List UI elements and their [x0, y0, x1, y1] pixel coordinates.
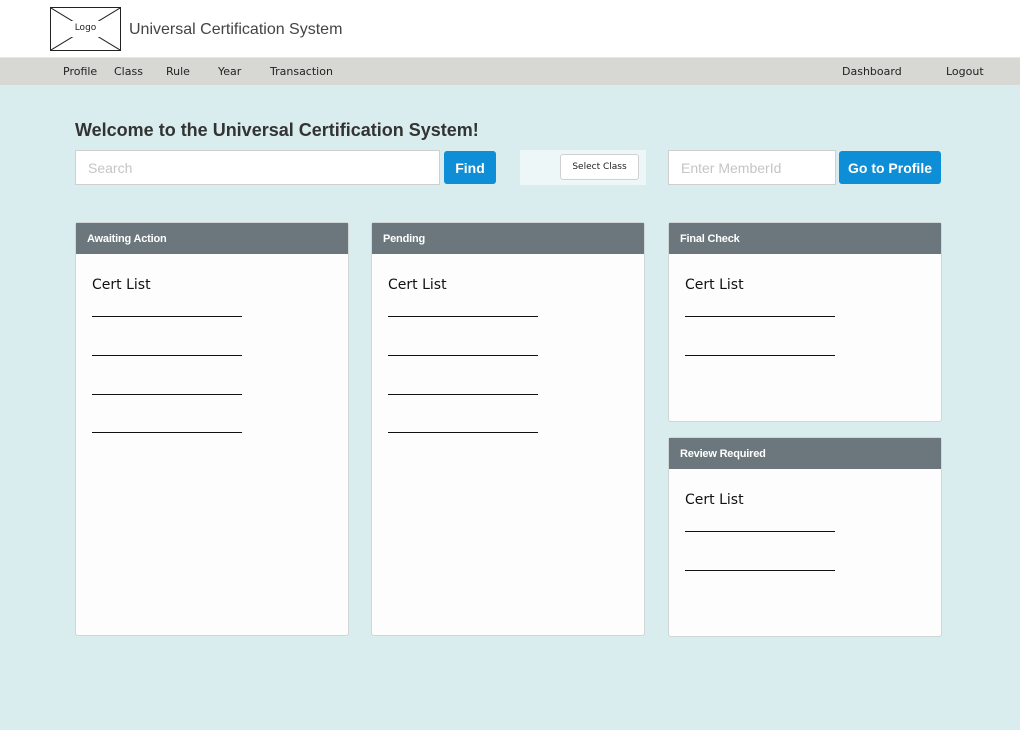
cert-list-line[interactable]: [388, 394, 538, 395]
nav-item-transaction[interactable]: Transaction: [270, 65, 333, 78]
panel-review-required: Review Required Cert List: [668, 437, 942, 637]
nav-item-profile[interactable]: Profile: [63, 65, 97, 78]
nav-item-class[interactable]: Class: [114, 65, 143, 78]
app-header: Logo Universal Certification System: [0, 0, 1020, 55]
panel-pending: Pending Cert List: [371, 222, 645, 636]
nav-item-dashboard[interactable]: Dashboard: [842, 65, 902, 78]
cert-list-line[interactable]: [92, 394, 242, 395]
cert-list-label: Cert List: [388, 277, 447, 293]
panel-awaiting-action: Awaiting Action Cert List: [75, 222, 349, 636]
search-input[interactable]: [75, 150, 440, 185]
cert-list-line[interactable]: [685, 531, 835, 532]
find-button[interactable]: Find: [444, 151, 496, 184]
logo[interactable]: Logo: [50, 7, 121, 51]
cert-list-line[interactable]: [388, 355, 538, 356]
app-title: Universal Certification System: [129, 21, 343, 38]
page-title: Welcome to the Universal Certification S…: [75, 120, 479, 140]
nav-item-rule[interactable]: Rule: [166, 65, 190, 78]
cert-list-label: Cert List: [685, 492, 744, 508]
cert-list-label: Cert List: [92, 277, 151, 293]
cert-list-line[interactable]: [92, 355, 242, 356]
panel-title: Final Check: [669, 223, 941, 254]
panel-final-check: Final Check Cert List: [668, 222, 942, 422]
member-id-input[interactable]: [668, 150, 836, 185]
nav-item-logout[interactable]: Logout: [946, 65, 984, 78]
cert-list-label: Cert List: [685, 277, 744, 293]
main-content: Welcome to the Universal Certification S…: [0, 85, 1020, 730]
select-class-container: Select Class: [520, 150, 646, 185]
cert-list-line[interactable]: [388, 432, 538, 433]
nav-bar: Profile Class Rule Year Transaction Dash…: [0, 57, 1020, 85]
cert-list-line[interactable]: [388, 316, 538, 317]
logo-text: Logo: [74, 23, 97, 33]
select-class-button[interactable]: Select Class: [560, 154, 639, 180]
go-to-profile-button[interactable]: Go to Profile: [839, 151, 941, 184]
panel-title: Review Required: [669, 438, 941, 469]
cert-list-line[interactable]: [685, 570, 835, 571]
cert-list-line[interactable]: [92, 316, 242, 317]
panel-title: Awaiting Action: [76, 223, 348, 254]
cert-list-line[interactable]: [92, 432, 242, 433]
cert-list-line[interactable]: [685, 316, 835, 317]
nav-item-year[interactable]: Year: [218, 65, 241, 78]
cert-list-line[interactable]: [685, 355, 835, 356]
panel-title: Pending: [372, 223, 644, 254]
